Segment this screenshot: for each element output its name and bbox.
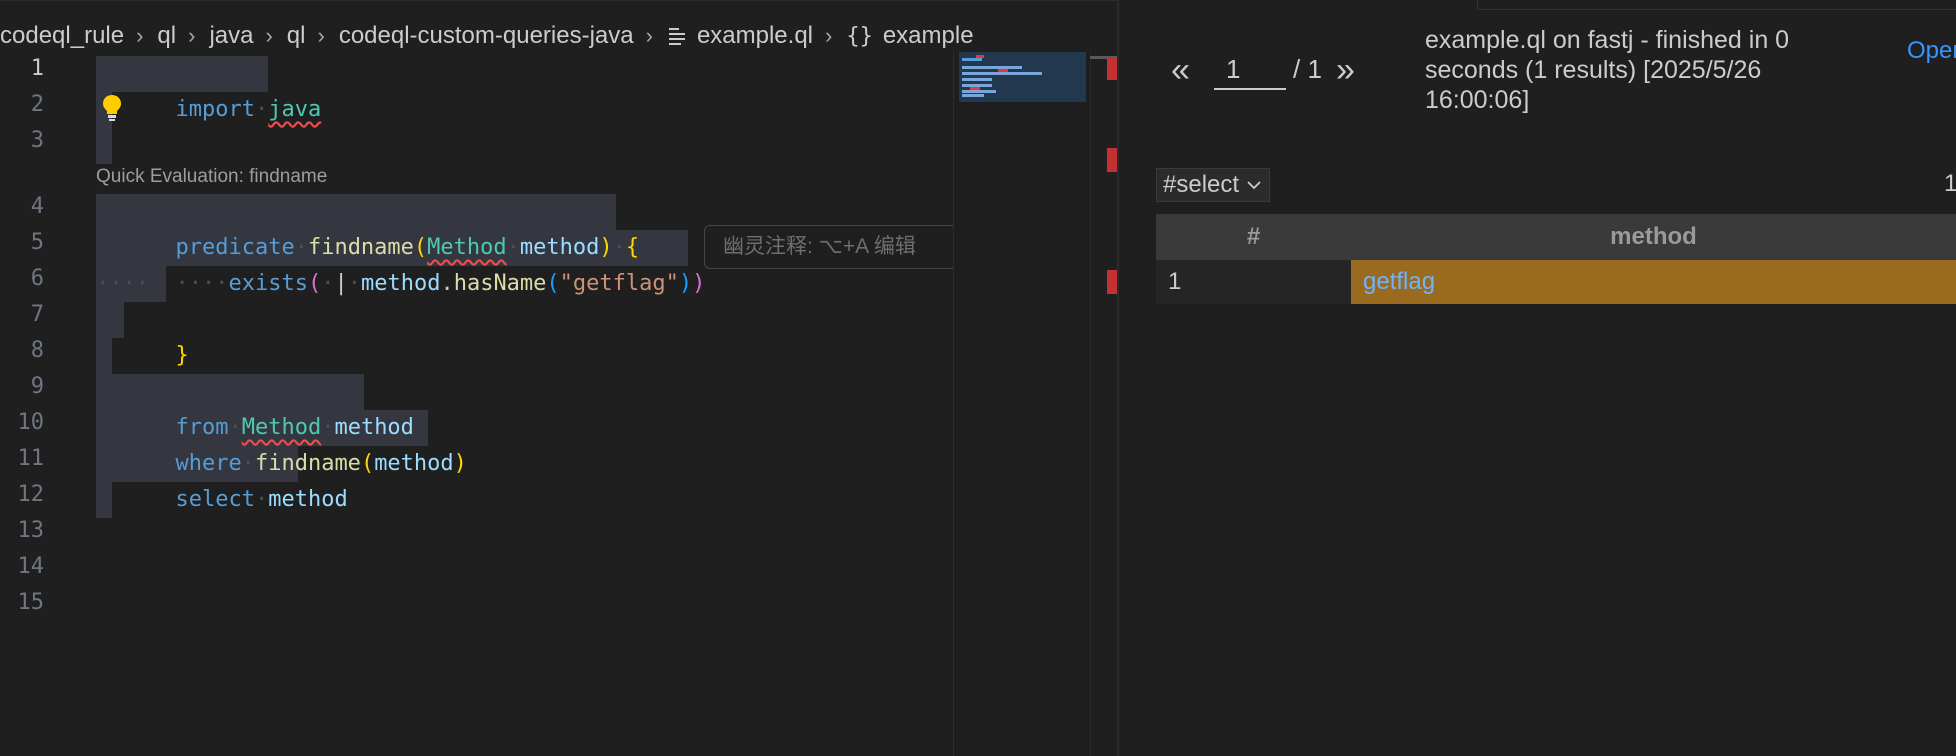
minimap[interactable] [953, 52, 1091, 756]
breadcrumb-item[interactable]: codeql-custom-queries-java [339, 22, 634, 50]
symbol-braces-icon: {} [846, 23, 873, 49]
chevron-right-icon: › [188, 23, 196, 48]
function-token: hasName [453, 271, 547, 296]
variable-token: method [374, 451, 454, 476]
chevron-right-icon: › [317, 23, 325, 48]
results-top-border [1477, 0, 1956, 10]
breadcrumb-item[interactable]: java [209, 22, 253, 50]
editor-top-border [0, 0, 1117, 1]
file-text-icon [667, 26, 687, 46]
pipe-token: | [334, 271, 348, 296]
open-query-link[interactable]: Open exam [1907, 36, 1956, 66]
code-line: } [96, 302, 188, 368]
code-line: predicate·findname(Method·method)·{ [175, 235, 640, 260]
table-row[interactable]: 1 getflag [1156, 260, 1956, 304]
line-number: 12 [17, 482, 45, 507]
code-line: ···· [96, 271, 149, 296]
chevron-right-icon: › [825, 23, 833, 48]
type-token: java [268, 97, 322, 122]
line-number: 9 [30, 374, 44, 399]
breadcrumb-item[interactable]: ql [157, 22, 176, 50]
paren-token: ) [692, 271, 706, 296]
page-number-input[interactable] [1214, 50, 1286, 90]
table-header: # method [1156, 214, 1956, 260]
line-number: 7 [30, 302, 44, 327]
result-count: 1 [1944, 170, 1956, 197]
code-line: where·findname(method) [175, 451, 467, 476]
chevron-down-icon [1247, 181, 1261, 190]
breadcrumb-symbol[interactable]: example [883, 22, 974, 50]
line-number: 3 [30, 128, 44, 153]
line-number: 11 [17, 446, 45, 471]
dot-token: . [440, 271, 454, 296]
query-results-panel: « / 1 » example.ql on fastj - finished i… [1119, 0, 1956, 756]
result-set-value: #select [1163, 171, 1240, 198]
row-index: 1 [1156, 260, 1351, 304]
line-number: 6 [30, 266, 44, 291]
code-line: select·method [175, 487, 348, 512]
code-line: from·Method·method [175, 415, 414, 440]
chevron-right-icon: › [136, 23, 144, 48]
column-header-index[interactable]: # [1156, 214, 1351, 260]
paren-token: ( [307, 271, 322, 296]
string-token: "getflag" [559, 271, 679, 296]
line-number: 1 [30, 56, 44, 81]
code-line: ····exists(·|·method.hasName("getflag")) [175, 271, 706, 296]
query-status-text: example.ql on fastj - finished in 0 seco… [1425, 26, 1790, 114]
keyword-token: import [175, 97, 255, 122]
ghost-comment-hint: 幽灵注释: ⌥+A 编辑 [704, 225, 964, 269]
quick-evaluation-codelens[interactable]: Quick Evaluation: findname [96, 166, 327, 188]
page-total: / 1 [1293, 54, 1322, 84]
line-number: 5 [30, 230, 44, 255]
previous-page-button[interactable]: « [1171, 50, 1190, 90]
result-set-select[interactable]: #select [1156, 168, 1271, 202]
line-number: 8 [30, 338, 44, 363]
paren-token: ( [546, 271, 560, 296]
breadcrumb-item[interactable]: ql [287, 22, 306, 50]
variable-token: method [268, 487, 348, 512]
column-header-method[interactable]: method [1351, 214, 1956, 260]
brace-token: } [175, 343, 189, 368]
breadcrumb-file[interactable]: example.ql [697, 22, 813, 50]
breadcrumb: codeql_rule › ql › java › ql › codeql-cu… [0, 16, 974, 56]
line-number: 10 [17, 410, 45, 435]
line-number: 4 [30, 194, 44, 219]
error-marker[interactable] [1107, 148, 1117, 172]
keyword-token: exists [228, 271, 308, 296]
error-marker[interactable] [1107, 270, 1117, 294]
line-number: 13 [17, 518, 45, 543]
keyword-token: select [175, 487, 255, 512]
code-line: import·java [175, 97, 322, 122]
line-number: 14 [17, 554, 45, 579]
paren-token: ) [453, 451, 467, 476]
line-number: 2 [30, 92, 44, 117]
method-result-link[interactable]: getflag [1351, 260, 1956, 304]
code-editor[interactable]: codeql_rule › ql › java › ql › codeql-cu… [0, 0, 1118, 756]
next-page-button[interactable]: » [1336, 50, 1355, 90]
variable-token: method [360, 271, 441, 296]
paren-token: ( [360, 451, 375, 476]
chevron-right-icon: › [645, 23, 653, 48]
line-number: 15 [17, 590, 45, 615]
error-marker[interactable] [1107, 58, 1117, 80]
breadcrumb-item[interactable]: codeql_rule [0, 22, 124, 50]
chevron-right-icon: › [265, 23, 273, 48]
paren-token: ) [678, 271, 693, 296]
